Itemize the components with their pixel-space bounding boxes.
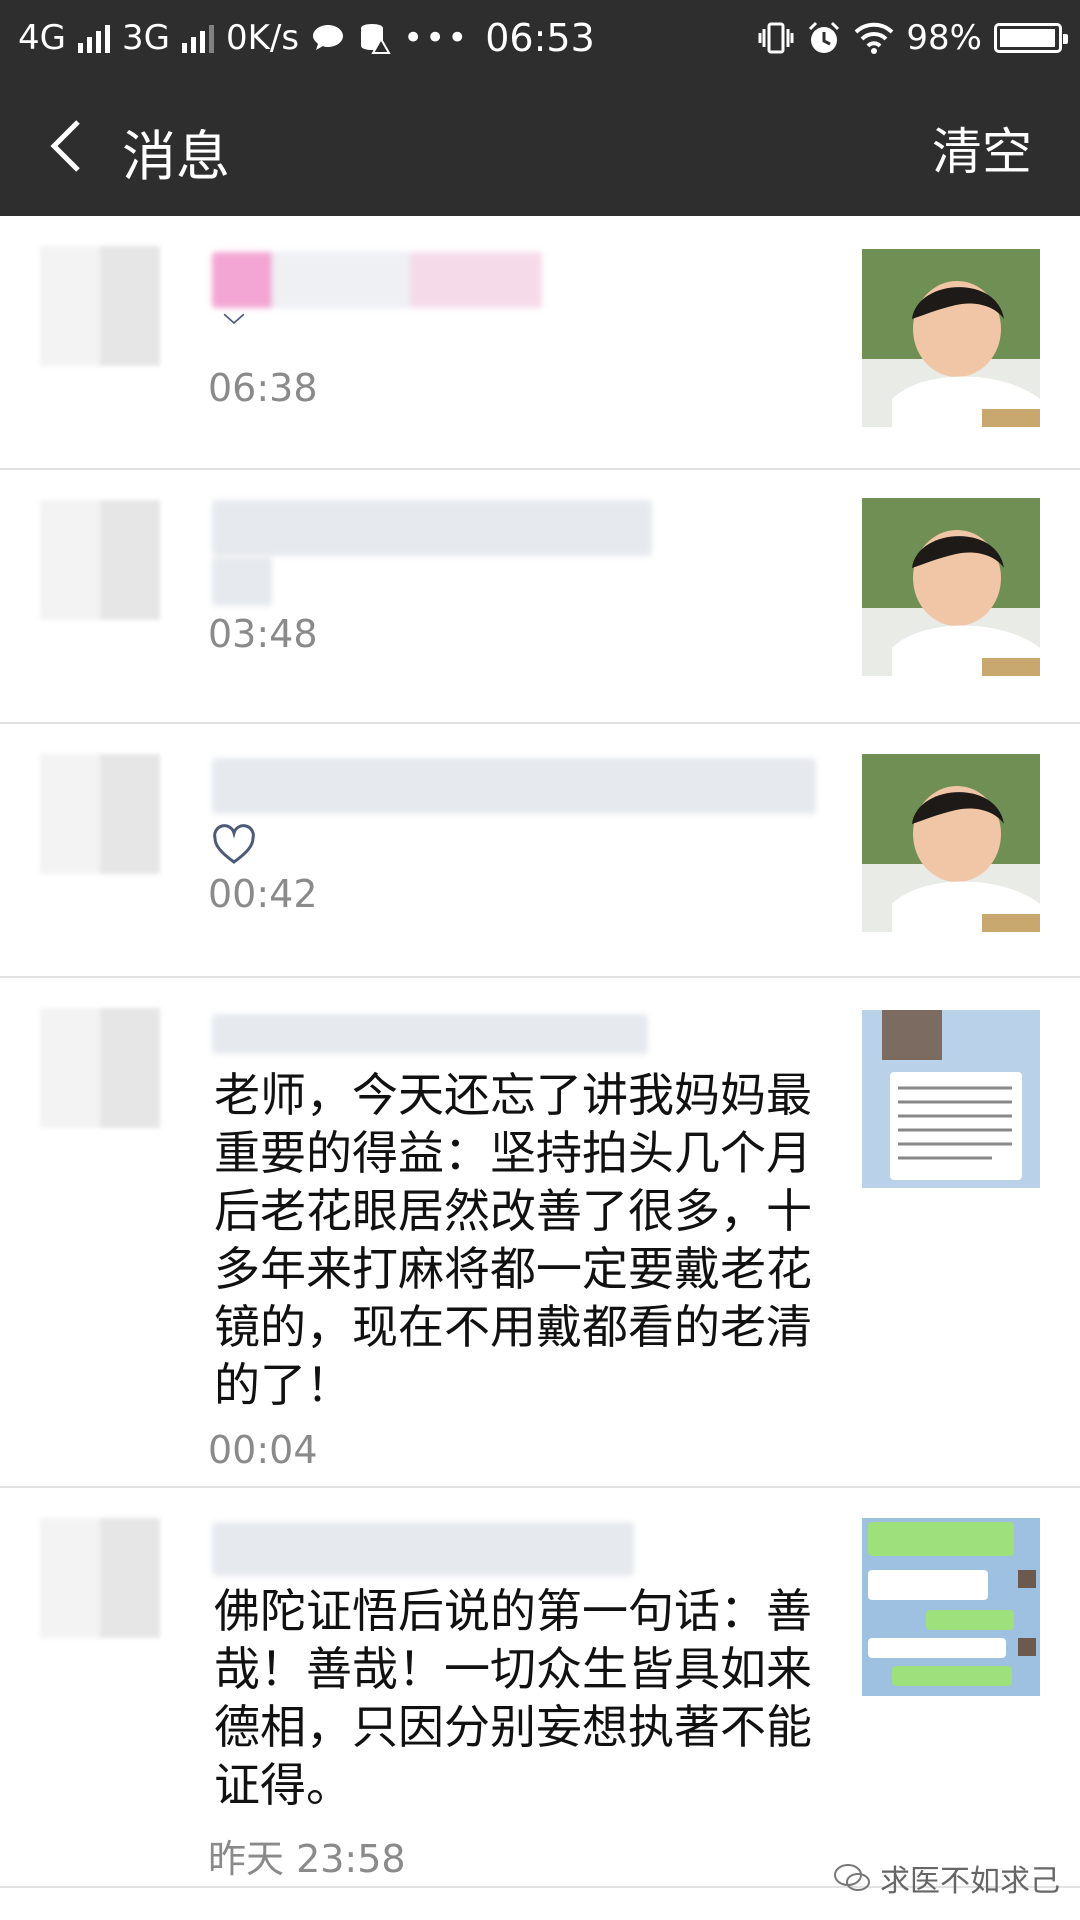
battery-percent: 98%	[906, 18, 982, 58]
message-time: 昨天 23:58	[208, 1837, 406, 1881]
status-bar: 4G 3G 0K/s ••• 06:53 98%	[0, 0, 1080, 76]
blurred-username	[212, 1014, 648, 1054]
wechat-icon	[834, 1864, 870, 1891]
more-icon: •••	[403, 18, 470, 58]
network-1-label: 4G	[18, 18, 66, 58]
message-list: 06:38 03:48 00:42 老师，今天还忘了讲我妈妈最重要的得益：坚持拍…	[0, 216, 1080, 1888]
status-left: 4G 3G 0K/s •••	[18, 18, 469, 58]
message-time: 00:42	[208, 872, 318, 916]
avatar[interactable]	[40, 246, 160, 366]
battery-icon	[994, 23, 1068, 53]
alarm-icon	[809, 21, 840, 53]
message-time: 03:48	[208, 612, 318, 656]
status-right: 98%	[758, 18, 1068, 58]
message-row[interactable]: 老师，今天还忘了讲我妈妈最重要的得益：坚持拍头几个月后老花眼居然改善了很多，十多…	[0, 978, 1080, 1488]
message-row[interactable]: 06:38	[0, 216, 1080, 470]
thumbnail-image[interactable]	[862, 1518, 1040, 1696]
message-time: 00:04	[208, 1428, 318, 1472]
message-content: 老师，今天还忘了讲我妈妈最重要的得益：坚持拍头几个月后老花眼居然改善了很多，十多…	[214, 1068, 812, 1412]
chat-bubble-icon	[313, 25, 344, 50]
blurred-username	[212, 758, 816, 814]
thumbnail-image[interactable]	[862, 249, 1040, 427]
signal-2-icon	[181, 23, 214, 53]
net-speed: 0K/s	[225, 18, 300, 58]
message-time: 06:38	[208, 366, 318, 410]
database-warning-icon	[361, 24, 391, 54]
back-arrow-icon[interactable]	[40, 116, 100, 176]
message-content: 佛陀证悟后说的第一句话：善哉！善哉！一切众生皆具如来德相，只因分别妄想执著不能证…	[214, 1584, 812, 1812]
message-row[interactable]: 佛陀证悟后说的第一句话：善哉！善哉！一切众生皆具如来德相，只因分别妄想执著不能证…	[0, 1488, 1080, 1888]
heart-icon	[223, 313, 245, 325]
chat-screenshot	[862, 1010, 1040, 1188]
thumbnail-image[interactable]	[862, 754, 1040, 932]
thumbnail-image[interactable]	[862, 498, 1040, 676]
battery-fill	[1000, 29, 1055, 47]
blurred-username	[212, 252, 542, 308]
blurred-username	[212, 500, 652, 556]
network-2-label: 3G	[121, 18, 170, 58]
thumbnail-image[interactable]	[862, 1010, 1040, 1188]
blurred-line	[212, 556, 272, 606]
avatar[interactable]	[40, 1518, 160, 1638]
wifi-icon	[855, 22, 894, 54]
chat-screenshot	[862, 1518, 1040, 1696]
watermark: 求医不如求己	[832, 1856, 1060, 1900]
blurred-username	[212, 1522, 634, 1576]
clear-button[interactable]: 清空	[932, 112, 1032, 184]
nav-bar: 消息 清空	[0, 76, 1080, 216]
avatar[interactable]	[40, 1008, 160, 1128]
avatar[interactable]	[40, 500, 160, 620]
boy-photo	[862, 754, 1040, 932]
boy-photo	[862, 249, 1040, 427]
watermark-text: 求医不如求己	[880, 1864, 1060, 1899]
heart-icon	[213, 824, 255, 864]
message-row[interactable]: 00:42	[0, 724, 1080, 978]
signal-icon	[77, 23, 110, 53]
message-row[interactable]: 03:48	[0, 470, 1080, 724]
vibrate-icon	[758, 22, 794, 54]
avatar[interactable]	[40, 754, 160, 874]
page-title: 消息	[122, 125, 230, 188]
boy-photo	[862, 498, 1040, 676]
